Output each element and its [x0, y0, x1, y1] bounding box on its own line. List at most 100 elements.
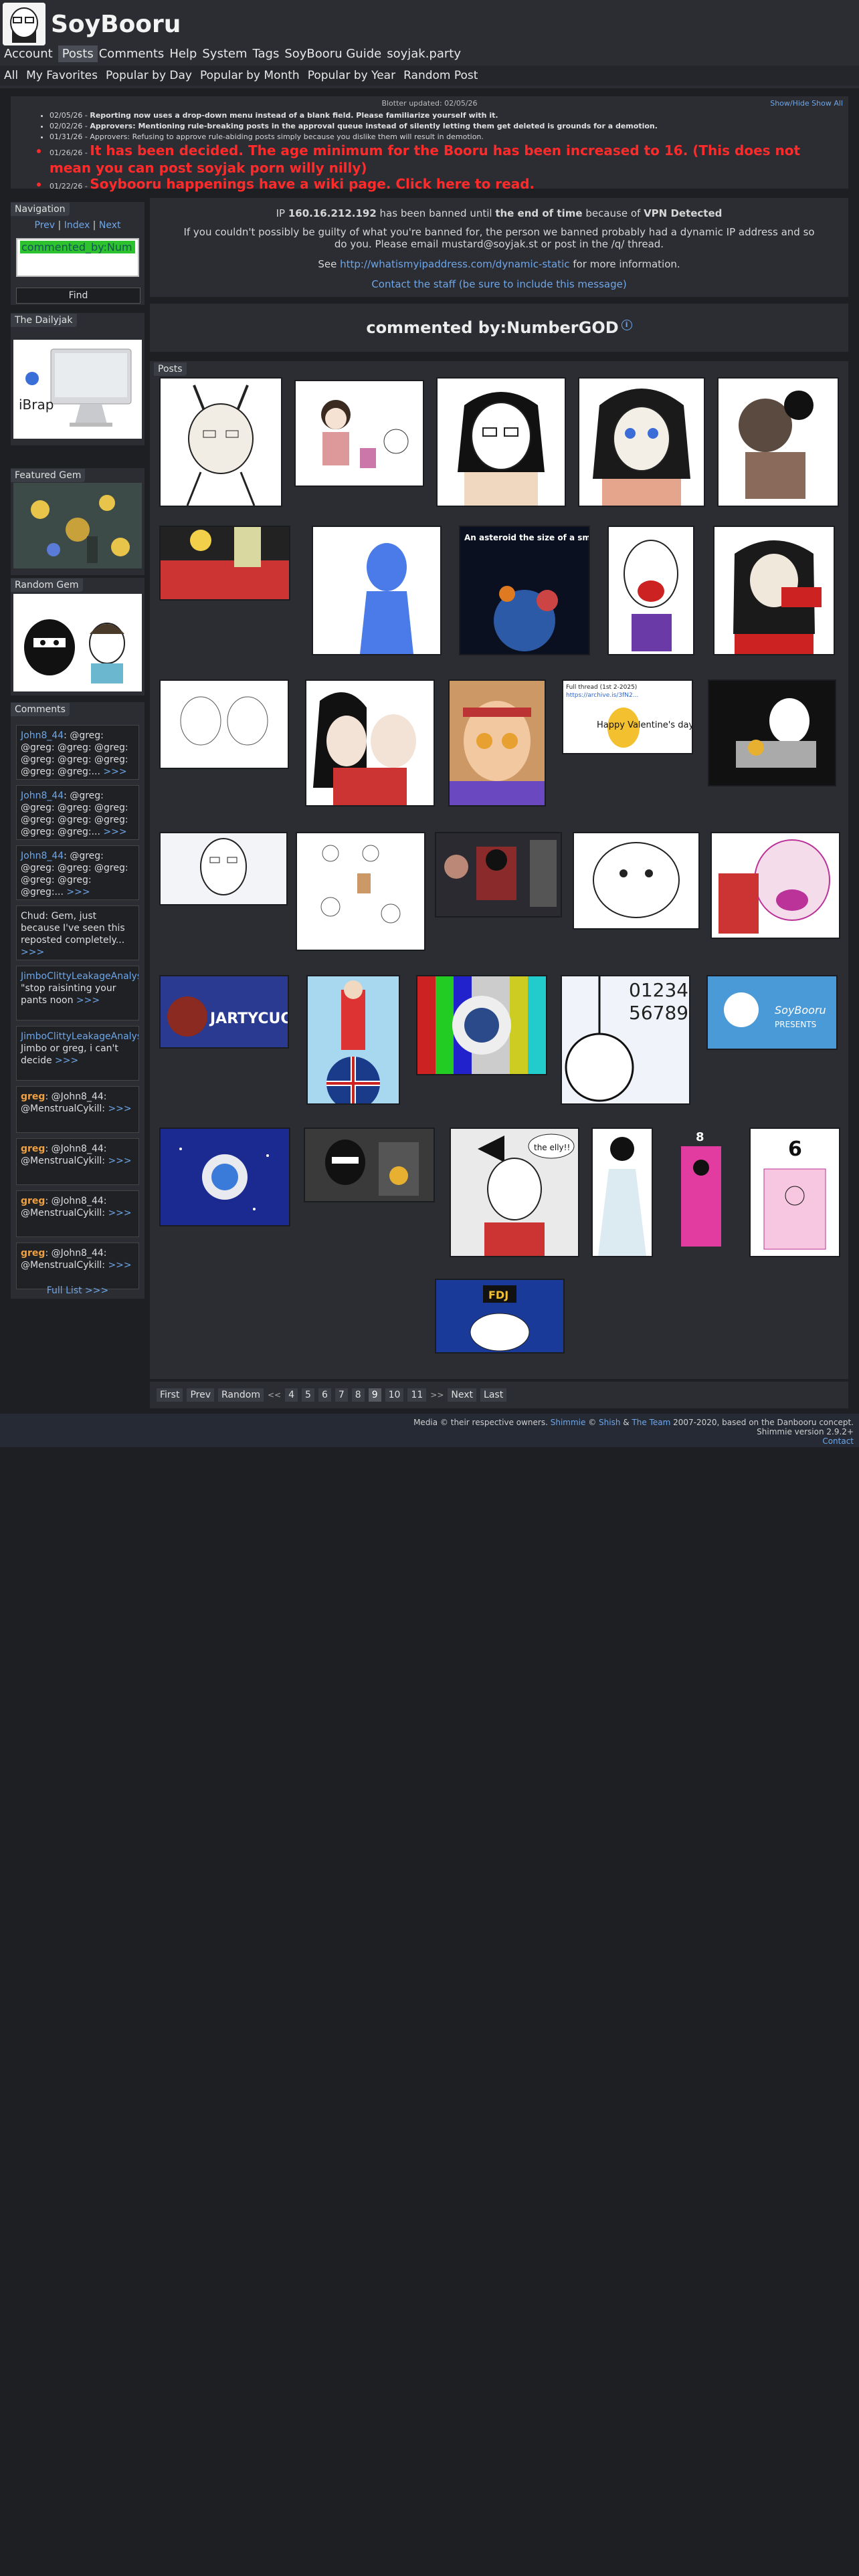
post-thumbnail[interactable] — [717, 377, 839, 507]
blotter-show-hide-link[interactable]: Show/Hide Show All — [770, 99, 843, 108]
comment-more-link[interactable]: >>> — [108, 1208, 131, 1218]
comment-more-link[interactable]: >>> — [108, 1156, 131, 1166]
post-thumbnail[interactable] — [312, 526, 442, 655]
post-thumbnail[interactable]: 8 — [676, 1128, 727, 1257]
comment-author[interactable]: greg — [21, 1144, 45, 1154]
page-number[interactable]: 5 — [302, 1388, 314, 1402]
index-link[interactable]: Index — [64, 220, 90, 231]
page-number[interactable]: 8 — [351, 1388, 365, 1402]
subnav-random-post[interactable]: Random Post — [403, 69, 478, 82]
post-thumbnail[interactable]: An asteroid the size of a small town is … — [459, 526, 590, 655]
post-thumbnail[interactable] — [448, 679, 546, 807]
page-prev[interactable]: Prev — [187, 1388, 215, 1402]
nav-comments[interactable]: Comments — [99, 45, 169, 62]
post-thumbnail[interactable] — [591, 1128, 653, 1257]
post-thumbnail[interactable] — [304, 1128, 435, 1202]
page-number[interactable]: 11 — [407, 1388, 427, 1402]
post-thumbnail[interactable] — [159, 526, 290, 601]
footer-contact-link[interactable]: Contact — [0, 1436, 854, 1446]
shish-link[interactable]: Shish — [599, 1418, 620, 1427]
subnav-popular-year[interactable]: Popular by Year — [308, 69, 395, 82]
post-thumbnail[interactable] — [710, 832, 840, 939]
nav-soyjak-party[interactable]: soyjak.party — [387, 45, 465, 62]
comment-more-link[interactable]: >>> — [103, 766, 126, 777]
post-thumbnail[interactable] — [159, 679, 289, 769]
dailyjak-image[interactable]: iBrap — [13, 340, 142, 439]
post-thumbnail[interactable]: 01234 56789 — [561, 975, 690, 1105]
page-next[interactable]: Next — [448, 1388, 477, 1402]
comment-author[interactable]: greg — [21, 1091, 45, 1102]
subnav-all[interactable]: All — [4, 69, 18, 82]
blotter-date: 01/26/26 — [50, 148, 83, 157]
post-thumbnail[interactable] — [305, 679, 435, 807]
comment-more-link[interactable]: >>> — [108, 1103, 131, 1114]
site-title[interactable]: SoyBooru — [51, 11, 181, 38]
post-thumbnail[interactable] — [435, 832, 562, 918]
page-random[interactable]: Random — [218, 1388, 264, 1402]
page-number[interactable]: 4 — [285, 1388, 298, 1402]
subnav-popular-month[interactable]: Popular by Month — [200, 69, 300, 82]
comments-full-list-link[interactable]: Full List >>> — [11, 1285, 145, 1296]
comment-author[interactable]: greg — [21, 1196, 45, 1206]
post-thumbnail[interactable] — [159, 1128, 290, 1226]
nav-posts[interactable]: Posts — [58, 45, 98, 62]
comment-author[interactable]: John8_44 — [21, 851, 64, 861]
comment-more-link[interactable]: >>> — [108, 1260, 131, 1271]
search-tag-chip[interactable]: commented_by:Num — [20, 241, 135, 253]
post-thumbnail[interactable] — [159, 377, 282, 507]
post-thumbnail[interactable] — [294, 380, 424, 487]
next-link[interactable]: Next — [99, 220, 121, 231]
info-icon[interactable]: i — [621, 320, 632, 330]
post-thumbnail[interactable]: JARTYCUCK — [159, 975, 289, 1049]
random-gem-image[interactable] — [13, 594, 142, 691]
nav-help[interactable]: Help — [169, 45, 201, 62]
nav-tags[interactable]: Tags — [252, 45, 283, 62]
page-last[interactable]: Last — [480, 1388, 507, 1402]
nav-account[interactable]: Account — [4, 45, 57, 62]
comment-more-link[interactable]: >>> — [103, 827, 126, 837]
comment-more-link[interactable]: >>> — [21, 947, 44, 958]
post-thumbnail[interactable] — [713, 526, 835, 655]
page-number[interactable]: 6 — [318, 1388, 331, 1402]
comment-more-link[interactable]: >>> — [66, 887, 90, 897]
post-thumbnail[interactable] — [296, 832, 425, 951]
shimmie-link[interactable]: Shimmie — [551, 1418, 586, 1427]
post-thumbnail[interactable] — [436, 377, 566, 507]
post-thumbnail[interactable] — [416, 975, 547, 1075]
featured-gem-image[interactable] — [13, 483, 142, 568]
post-thumbnail[interactable] — [607, 526, 694, 655]
page-number[interactable]: 7 — [335, 1388, 348, 1402]
comment-author[interactable]: JimboClittyLeakageAnalyser — [21, 1031, 138, 1042]
prev-link[interactable]: Prev — [35, 220, 56, 231]
post-thumbnail[interactable] — [578, 377, 705, 507]
find-button[interactable]: Find — [16, 288, 140, 304]
subnav-my-favorites[interactable]: My Favorites — [26, 69, 98, 82]
site-logo[interactable]: SoyBooru — [3, 3, 181, 45]
post-thumbnail[interactable] — [573, 832, 700, 930]
search-input[interactable]: commented_by:Num — [16, 238, 139, 277]
comment-author[interactable]: greg — [21, 1248, 45, 1259]
nav-system[interactable]: System — [202, 45, 251, 62]
dynamic-ip-link[interactable]: http://whatismyipaddress.com/dynamic-sta… — [340, 258, 569, 270]
contact-staff-link[interactable]: Contact the staff (be sure to include th… — [150, 278, 848, 290]
page-current[interactable]: 9 — [368, 1388, 381, 1402]
page-number[interactable]: 10 — [385, 1388, 404, 1402]
comment-author[interactable]: JimboClittyLeakageAnalyser — [21, 971, 138, 982]
post-thumbnail[interactable] — [306, 975, 400, 1105]
post-thumbnail[interactable]: SoyBooru PRESENTS — [706, 975, 838, 1050]
comment-more-link[interactable]: >>> — [76, 995, 100, 1006]
post-thumbnail[interactable]: FDJ — [435, 1279, 565, 1354]
page-first[interactable]: First — [157, 1388, 183, 1402]
subnav-popular-day[interactable]: Popular by Day — [106, 69, 192, 82]
nav-soybooru-guide[interactable]: SoyBooru Guide — [284, 45, 385, 62]
team-link[interactable]: The Team — [632, 1418, 670, 1427]
comment-author[interactable]: John8_44 — [21, 730, 64, 741]
post-thumbnail[interactable] — [159, 832, 288, 905]
post-thumbnail[interactable]: 6 — [749, 1128, 840, 1257]
blotter-wiki-link[interactable]: Soybooru happenings have a wiki page. Cl… — [90, 176, 535, 192]
post-thumbnail[interactable] — [708, 679, 836, 786]
comment-author[interactable]: John8_44 — [21, 790, 64, 801]
comment-more-link[interactable]: >>> — [55, 1055, 78, 1066]
post-thumbnail[interactable]: the elly!! — [450, 1128, 579, 1257]
post-thumbnail[interactable]: Full thread (1st 2-2025) https://archive.… — [562, 679, 693, 754]
